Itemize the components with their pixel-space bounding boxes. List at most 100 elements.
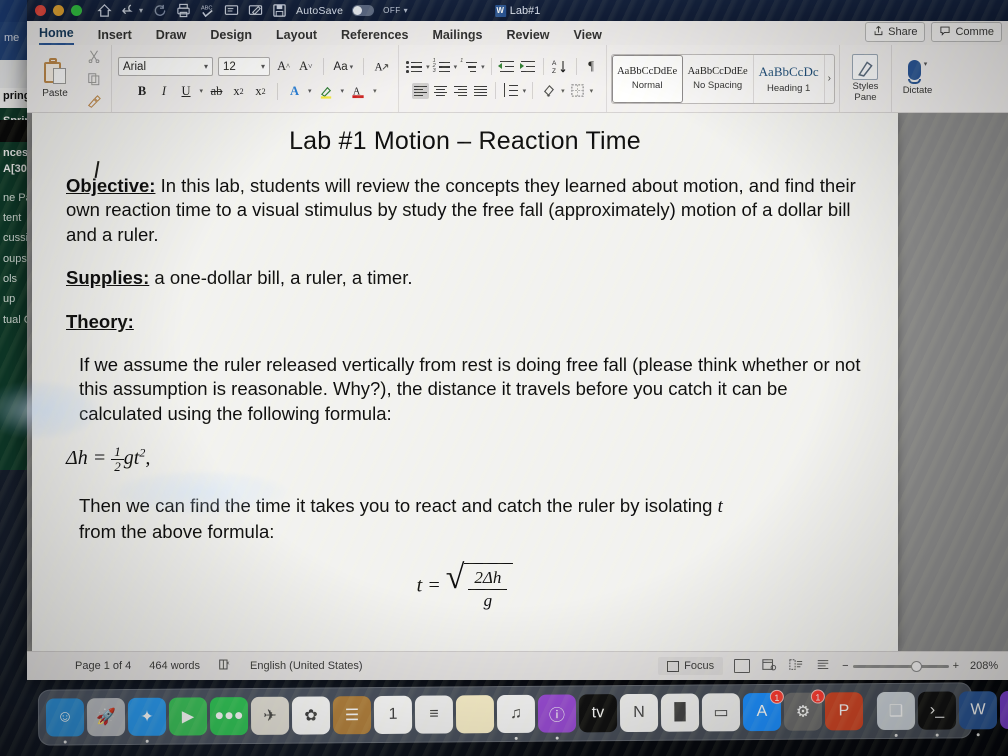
align-right-button[interactable] [452,83,469,99]
text-effects-chevron-down-icon[interactable]: ▾ [308,87,312,95]
tab-insert[interactable]: Insert [98,28,132,45]
grow-font-button[interactable]: A ^ [275,58,292,76]
word-icon[interactable]: W [958,691,998,737]
superscript-button[interactable]: x2 [252,82,269,100]
comments-button[interactable]: Comme [931,22,1002,42]
podcasts-icon[interactable]: ⓘ [537,694,577,740]
style-heading-1[interactable]: AaBbCcDс Heading 1 [753,54,825,103]
borders-chevron-down-icon[interactable]: ▾ [590,87,594,95]
document-page[interactable]: Lab #1 Motion – Reaction Time Objective:… [32,113,898,651]
preview-icon[interactable]: ❑ [876,691,916,737]
zoom-slider-thumb[interactable] [910,660,922,672]
maximize-window-button[interactable] [71,5,82,16]
print-layout-view-button[interactable] [734,659,751,673]
subscript-button[interactable]: x2 [230,82,247,100]
proofing-errors-icon[interactable]: x [218,658,232,674]
font-color-icon[interactable]: A [349,82,368,100]
zoom-percentage[interactable]: 208% [970,660,1000,672]
home-icon[interactable] [97,3,112,18]
paste-icon[interactable] [42,58,68,86]
word-count-status[interactable]: 464 words [149,660,200,672]
zoom-slider[interactable]: − + [842,660,959,672]
tab-design[interactable]: Design [210,28,252,45]
shrink-font-button[interactable]: A ˅ [297,58,315,76]
print-icon[interactable] [176,3,191,18]
quick-access-toolbar[interactable]: ▾ ABC AutoSave OFF ▾ [97,3,408,18]
terminal-icon[interactable]: ›_ [917,691,957,737]
line-spacing-chevron-down-icon[interactable]: ▾ [523,87,527,95]
music-icon[interactable]: ♫ [496,694,536,740]
align-left-button[interactable] [411,82,429,99]
tab-references[interactable]: References [341,28,408,45]
sort-icon[interactable]: AZ [550,58,570,76]
zoom-out-button[interactable]: − [842,660,848,672]
window-controls[interactable] [27,5,82,16]
undo-icon[interactable] [121,3,136,18]
styles-pane-icon[interactable] [852,53,879,80]
macos-dock[interactable]: ☺🚀✦▶●●●✈✿☰1≡♫ⓘtvN█▭A1⚙1P❑›_W★◰8,992X◉K1 [37,682,1008,746]
paragraph-objective[interactable]: Objective: In this lab, students will re… [66,174,864,247]
paragraph-isolate-t[interactable]: Then we can find the time it takes you t… [66,494,864,544]
multilevel-list-icon[interactable]: 1 [460,58,478,75]
font-size-select[interactable]: 12 ▾ [218,57,270,76]
bold-button[interactable]: B [134,82,151,100]
show-formatting-marks-icon[interactable]: ¶ [583,58,600,76]
spelling-icon[interactable]: ABC [200,3,215,18]
ribbon-right-actions[interactable]: Share Comme [865,22,1002,42]
underline-button[interactable]: U [178,82,195,100]
tv-icon[interactable]: tv [578,694,618,733]
outline-view-button[interactable] [788,658,804,675]
zoom-in-button[interactable]: + [953,660,959,672]
dictate-chevron-down-icon[interactable]: ▾ [924,60,928,68]
powerpoint-icon[interactable]: P [824,692,864,731]
italic-button[interactable]: I [156,82,173,100]
share-button[interactable]: Share [865,22,926,42]
cut-icon[interactable] [85,47,103,65]
increase-indent-icon[interactable] [519,58,537,75]
photos-icon[interactable]: ✿ [291,696,331,735]
finder-icon[interactable]: ☺ [45,698,85,744]
notes-icon[interactable] [455,695,495,734]
app-store-icon[interactable]: A1 [742,689,784,732]
shading-chevron-down-icon[interactable]: ▾ [561,87,565,95]
style-normal[interactable]: AaBbCcDdEе Normal [611,54,683,103]
decrease-indent-icon[interactable] [497,58,516,75]
qat-overflow-chevron-down-icon[interactable]: ▾ [404,6,408,15]
format-painter-icon[interactable] [85,93,103,111]
highlight-chevron-down-icon[interactable]: ▾ [341,87,345,95]
numbers-icon[interactable]: █ [660,693,700,732]
contacts-icon[interactable]: ☰ [332,696,372,735]
focus-mode-button[interactable]: Focus [658,657,724,675]
launchpad-icon[interactable]: 🚀 [86,697,126,737]
imovie-icon[interactable]: ★ [999,690,1008,730]
keynote-icon[interactable]: ▭ [701,693,741,732]
draft-view-button[interactable] [815,658,831,675]
undo-chevron-down-icon[interactable]: ▾ [139,6,143,15]
tab-mailings[interactable]: Mailings [432,28,482,45]
shading-icon[interactable] [539,82,558,100]
autosave-toggle[interactable] [352,5,375,16]
document-canvas[interactable]: Lab #1 Motion – Reaction Time Objective:… [27,113,1008,651]
tab-draw[interactable]: Draw [156,28,187,45]
zoom-slider-track[interactable] [852,660,949,672]
equation-delta-h[interactable]: Δh = 1 2 gt2, [66,445,864,474]
redo-icon[interactable] [152,3,167,18]
highlight-color-icon[interactable] [317,82,336,100]
borders-icon[interactable] [568,82,587,100]
font-color-chevron-down-icon[interactable]: ▾ [373,87,377,95]
styles-gallery[interactable]: AaBbCcDdEе Normal AaBbCcDdEе No Spacing … [610,53,835,104]
page-number-status[interactable]: Page 1 of 4 [75,660,131,672]
text-effects-icon[interactable]: A [286,82,303,100]
language-status[interactable]: English (United States) [250,660,363,672]
numbering-icon[interactable]: 1 2 3 [433,58,451,75]
align-center-button[interactable] [432,83,449,99]
news-icon[interactable]: N [619,693,659,733]
line-spacing-icon[interactable] [502,82,520,99]
copy-icon[interactable] [85,70,103,88]
maps-icon[interactable]: ✈ [250,696,290,735]
ribbon-tab-bar[interactable]: Home Insert Draw Design Layout Reference… [27,21,1008,45]
web-layout-view-button[interactable] [761,658,777,675]
system-preferences-icon[interactable]: ⚙ 1 [783,689,825,731]
tab-review[interactable]: Review [506,28,549,45]
multilevel-chevron-down-icon[interactable]: ▾ [481,63,485,71]
